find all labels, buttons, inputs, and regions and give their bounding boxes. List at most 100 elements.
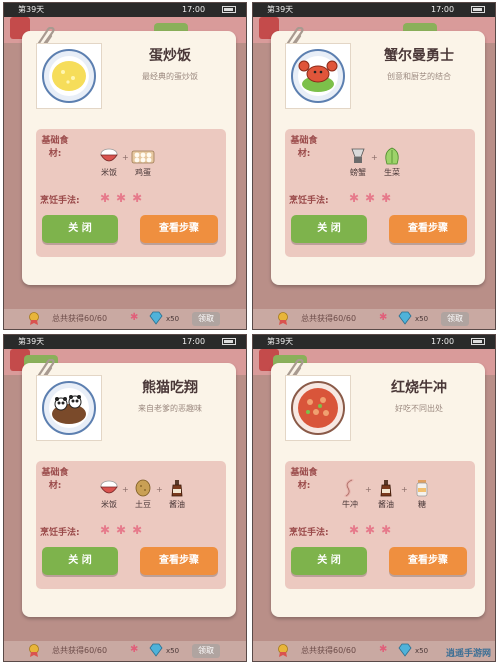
dish-description: 好吃不同出处 bbox=[395, 404, 443, 413]
recipe-info-box: 基础食材: 螃蟹 + 生菜 烹饪手法: ✱✱✱ 关 闭 查看步骤 bbox=[285, 129, 475, 257]
rice-bowl-icon bbox=[100, 148, 118, 162]
ingredient-name: 螃蟹 bbox=[350, 168, 366, 177]
crab-icon bbox=[351, 148, 365, 163]
game-screen-2: 第39天 17:00 蟹尔曼勇士 创意和厨艺的结合 基础食材: 螃蟹 + 生菜 … bbox=[252, 2, 496, 330]
ingredient-item: 螃蟹 bbox=[343, 147, 373, 178]
cooking-method-label: 烹饪手法: bbox=[289, 196, 329, 206]
dish-name: 蟹尔曼勇士 bbox=[384, 48, 454, 64]
total-rewards-text: 总共获得60/60 bbox=[52, 314, 108, 323]
lettuce-icon bbox=[385, 147, 399, 165]
medal-icon bbox=[29, 644, 39, 657]
ingredient-name: 土豆 bbox=[135, 500, 151, 509]
diamond-icon bbox=[398, 643, 412, 657]
cooking-stars: ✱✱✱ bbox=[349, 523, 398, 537]
ingredient-item: 糖 bbox=[407, 479, 437, 510]
close-button[interactable]: 关 闭 bbox=[291, 215, 367, 243]
battery-icon bbox=[222, 338, 236, 345]
dish-description: 最经典的蛋炒饭 bbox=[142, 72, 198, 81]
panda-dish-icon bbox=[42, 381, 96, 435]
dish-description: 创意和厨艺的结合 bbox=[387, 72, 451, 81]
gem-count: x50 bbox=[166, 315, 180, 323]
egg-fried-rice-icon bbox=[42, 49, 96, 103]
clock: 17:00 bbox=[182, 337, 206, 346]
recipe-card: 熊猫吃翔 来自老爹的恶趣味 基础食材: 米饭 + 土豆 + 酱油 烹饪手法: ✱… bbox=[22, 359, 236, 617]
ingredient-name: 酱油 bbox=[169, 500, 185, 509]
cooking-method-label: 烹饪手法: bbox=[40, 528, 80, 538]
close-button[interactable]: 关 闭 bbox=[291, 547, 367, 575]
ingredient-item: 酱油 bbox=[371, 479, 401, 510]
dish-name: 蛋炒饭 bbox=[149, 48, 191, 64]
status-bar: 第39天 17:00 bbox=[4, 335, 246, 349]
recipe-info-box: 基础食材: 米饭 + 土豆 + 酱油 烹饪手法: ✱✱✱ 关 闭 查看步骤 bbox=[36, 461, 226, 589]
ingredient-name: 生菜 bbox=[384, 168, 400, 177]
recipe-card: 蛋炒饭 最经典的蛋炒饭 基础食材: 米饭 + 鸡蛋 烹饪手法: ✱✱✱ 关 闭 … bbox=[22, 27, 236, 285]
cooking-method-label: 烹饪手法: bbox=[40, 196, 80, 206]
diamond-icon bbox=[149, 311, 163, 325]
status-bar: 第39天 17:00 bbox=[253, 3, 495, 17]
flower-icon: ✱ bbox=[379, 312, 388, 323]
ingredient-item: 土豆 bbox=[128, 479, 158, 510]
diamond-icon bbox=[149, 643, 163, 657]
dish-image-frame bbox=[36, 43, 102, 109]
ingredient-name: 糖 bbox=[418, 500, 426, 509]
watermark: 逍遥手游网 bbox=[445, 649, 491, 659]
cooking-stars: ✱✱✱ bbox=[100, 191, 149, 205]
ingredient-item: 米饭 bbox=[94, 479, 124, 510]
recipe-card: 红烧牛冲 好吃不同出处 基础食材: 牛冲 + 酱油 + 糖 烹饪手法: ✱✱✱ … bbox=[271, 359, 485, 617]
reward-bar: 总共获得60/60 ✱ x50 逍遥手游网 bbox=[253, 641, 495, 661]
flower-icon: ✱ bbox=[130, 312, 139, 323]
ingredient-list: 牛冲 + 酱油 + 糖 bbox=[285, 479, 475, 519]
claim-button[interactable]: 领取 bbox=[192, 312, 220, 326]
claim-button[interactable]: 领取 bbox=[441, 312, 469, 326]
diamond-icon bbox=[398, 311, 412, 325]
game-screen-4: 第39天 17:00 红烧牛冲 好吃不同出处 基础食材: 牛冲 + 酱油 + 糖… bbox=[252, 334, 496, 662]
ingredient-item: 鸡蛋 bbox=[128, 147, 158, 178]
cooking-stars: ✱✱✱ bbox=[349, 191, 398, 205]
game-screen-3: 第39天 17:00 熊猫吃翔 来自老爹的恶趣味 基础食材: 米饭 + 土豆 +… bbox=[3, 334, 247, 662]
flower-icon: ✱ bbox=[379, 644, 388, 655]
day-counter: 第39天 bbox=[267, 5, 294, 14]
dish-name: 红烧牛冲 bbox=[391, 380, 447, 396]
crab-dish-icon bbox=[291, 49, 345, 103]
ingredient-list: 米饭 + 土豆 + 酱油 bbox=[36, 479, 226, 519]
close-button[interactable]: 关 闭 bbox=[42, 547, 118, 575]
egg-carton-icon bbox=[131, 150, 155, 164]
screenshot-grid: 第39天 17:00 蛋炒饭 最经典的蛋炒饭 基础食材: 米饭 + 鸡蛋 烹饪手… bbox=[0, 0, 500, 666]
ingredient-item: 酱油 bbox=[162, 479, 192, 510]
soy-sauce-icon bbox=[380, 480, 392, 497]
ingredient-name: 鸡蛋 bbox=[135, 168, 151, 177]
close-button[interactable]: 关 闭 bbox=[42, 215, 118, 243]
ingredient-item: 米饭 bbox=[94, 147, 124, 178]
gem-count: x50 bbox=[166, 647, 180, 655]
medal-icon bbox=[29, 312, 39, 325]
dish-image-frame bbox=[36, 375, 102, 441]
view-steps-button[interactable]: 查看步骤 bbox=[389, 215, 467, 243]
dish-image-frame bbox=[285, 43, 351, 109]
cooking-method-label: 烹饪手法: bbox=[289, 528, 329, 538]
status-bar: 第39天 17:00 bbox=[4, 3, 246, 17]
claim-button[interactable]: 领取 bbox=[192, 644, 220, 658]
braised-beef-icon bbox=[291, 381, 345, 435]
day-counter: 第39天 bbox=[18, 5, 45, 14]
view-steps-button[interactable]: 查看步骤 bbox=[389, 547, 467, 575]
gem-count: x50 bbox=[415, 315, 429, 323]
game-screen-1: 第39天 17:00 蛋炒饭 最经典的蛋炒饭 基础食材: 米饭 + 鸡蛋 烹饪手… bbox=[3, 2, 247, 330]
reward-bar: 总共获得60/60 ✱ x50 领取 bbox=[253, 309, 495, 329]
recipe-info-box: 基础食材: 牛冲 + 酱油 + 糖 烹饪手法: ✱✱✱ 关 闭 查看步骤 bbox=[285, 461, 475, 589]
battery-icon bbox=[222, 6, 236, 13]
sugar-jar-icon bbox=[416, 480, 428, 497]
total-rewards-text: 总共获得60/60 bbox=[301, 646, 357, 655]
view-steps-button[interactable]: 查看步骤 bbox=[140, 547, 218, 575]
potato-icon bbox=[135, 479, 151, 497]
flower-icon: ✱ bbox=[130, 644, 139, 655]
battery-icon bbox=[471, 6, 485, 13]
day-counter: 第39天 bbox=[267, 337, 294, 346]
ingredient-name: 酱油 bbox=[378, 500, 394, 509]
view-steps-button[interactable]: 查看步骤 bbox=[140, 215, 218, 243]
ingredient-list: 螃蟹 + 生菜 bbox=[285, 147, 475, 187]
recipe-info-box: 基础食材: 米饭 + 鸡蛋 烹饪手法: ✱✱✱ 关 闭 查看步骤 bbox=[36, 129, 226, 257]
total-rewards-text: 总共获得60/60 bbox=[52, 646, 108, 655]
total-rewards-text: 总共获得60/60 bbox=[301, 314, 357, 323]
ingredient-name: 米饭 bbox=[101, 168, 117, 177]
reward-bar: 总共获得60/60 ✱ x50 领取 bbox=[4, 309, 246, 329]
